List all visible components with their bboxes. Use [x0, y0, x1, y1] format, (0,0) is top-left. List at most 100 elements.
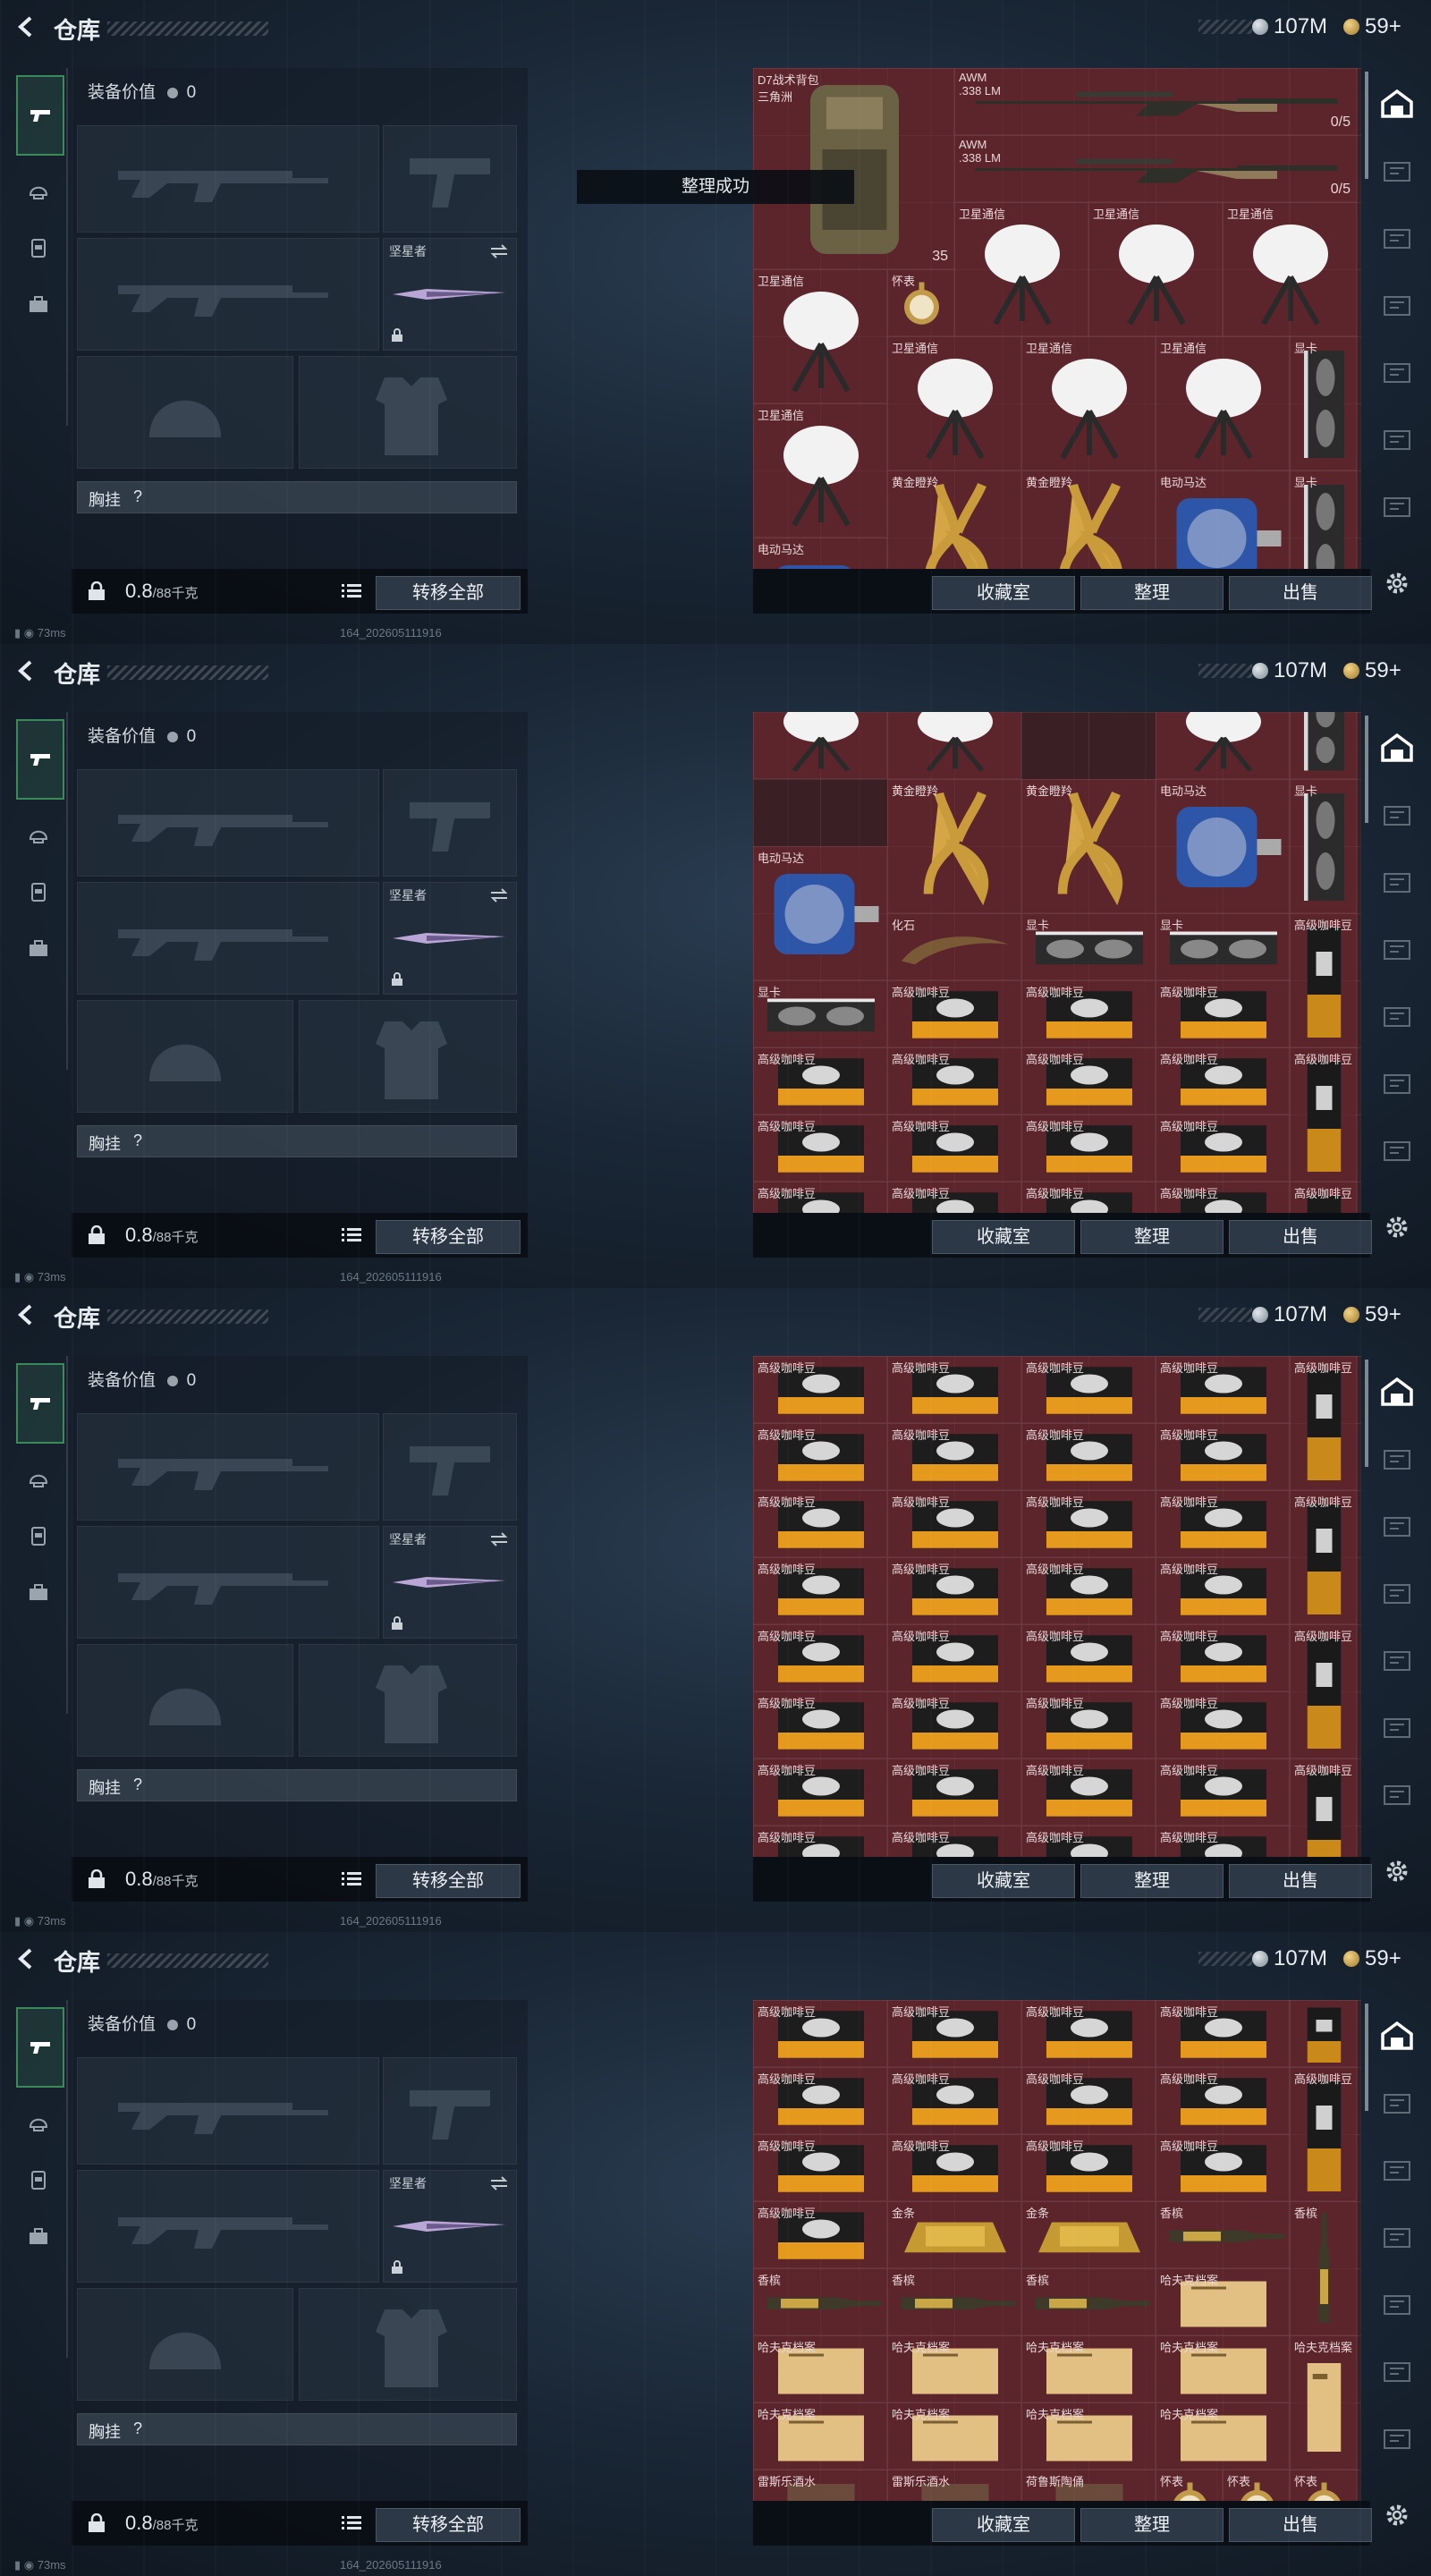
storage-box-icon[interactable] [1381, 292, 1413, 318]
stash-item[interactable]: 高级咖啡豆 [1021, 1356, 1156, 1423]
stash-item[interactable]: 高级咖啡豆 [887, 2000, 1021, 2067]
storage-box-icon[interactable] [1381, 2089, 1413, 2116]
pistol-slot[interactable] [383, 2057, 517, 2165]
storage-box-icon[interactable] [1381, 2425, 1413, 2452]
stash-item[interactable]: 高级咖啡豆 [1156, 1691, 1290, 1758]
primary-weapon-slot[interactable] [77, 1413, 379, 1521]
stash-item[interactable]: 高级咖啡豆 [753, 2000, 887, 2067]
stash-item[interactable]: 高级咖啡豆 [1021, 980, 1156, 1047]
stash-item[interactable]: 高级咖啡豆 [887, 1758, 1021, 1826]
stash-item[interactable]: 高级咖啡豆 [753, 1490, 887, 1557]
sell-button[interactable]: 出售 [1229, 1220, 1372, 1254]
stash-item[interactable]: 高级咖啡豆 [753, 1047, 887, 1114]
chest-rig-help-icon[interactable]: ? [133, 487, 142, 506]
stash-item[interactable]: 高级咖啡豆 [1156, 1114, 1290, 1182]
stash-item[interactable]: 卫星通信 [1223, 202, 1357, 336]
sell-button[interactable]: 出售 [1229, 576, 1372, 610]
list-icon[interactable] [342, 1227, 361, 1243]
list-icon[interactable] [342, 1871, 361, 1887]
stash-item[interactable]: 香槟 [753, 2268, 887, 2335]
stash-item[interactable]: 黄金瞪羚 [1021, 470, 1156, 569]
storage-box-icon[interactable] [1381, 1445, 1413, 1472]
storage-box-icon[interactable] [1381, 157, 1413, 184]
swap-icon[interactable] [489, 888, 509, 902]
armor-slot[interactable] [299, 1644, 517, 1757]
stash-item[interactable]: 怀表 [1290, 2470, 1357, 2501]
secondary-weapon-slot[interactable] [77, 238, 379, 351]
chest-rig-help-icon[interactable]: ? [133, 1775, 142, 1794]
tab-helmet[interactable] [16, 2100, 61, 2145]
stash-item[interactable]: 高级咖啡豆 [1021, 2067, 1156, 2134]
stash-item[interactable]: 怀表 [1156, 2470, 1223, 2501]
tab-armor[interactable] [16, 2157, 61, 2202]
stash-item[interactable]: 卫星通信 [954, 202, 1088, 336]
stash-item[interactable]: 高级咖啡豆 [1156, 1356, 1290, 1423]
stash-item[interactable]: 高级咖啡豆 [1290, 1758, 1357, 1857]
stash-item[interactable]: 高级咖啡豆 [887, 2134, 1021, 2201]
stash-item[interactable] [1290, 2000, 1357, 2067]
storage-box-icon[interactable] [1381, 2224, 1413, 2250]
chest-rig-help-icon[interactable]: ? [133, 2419, 142, 2438]
stash-item[interactable]: 电动马达 [753, 846, 887, 980]
stash-item[interactable]: 高级咖啡豆 [887, 1423, 1021, 1490]
swap-icon[interactable] [489, 2176, 509, 2190]
stash-item[interactable]: 高级咖啡豆 [1156, 1423, 1290, 1490]
back-arrow-icon[interactable] [14, 1946, 39, 1971]
stash-item[interactable]: 高级咖啡豆 [1021, 1557, 1156, 1624]
stash-item[interactable]: 高级咖啡豆 [1290, 1490, 1357, 1624]
storage-box-icon[interactable] [1381, 936, 1413, 962]
stash-item[interactable]: 高级咖啡豆 [1290, 1356, 1357, 1490]
stash-item[interactable]: AWM .338 LM 0/5 [954, 68, 1357, 135]
stash-item[interactable]: 高级咖啡豆 [1021, 1624, 1156, 1691]
stash-item[interactable]: 黄金瞪羚 [887, 470, 1021, 569]
stash-item[interactable]: 高级咖啡豆 [1021, 1423, 1156, 1490]
stash-item[interactable]: 高级咖啡豆 [887, 2067, 1021, 2134]
stash-scrollbar[interactable] [1365, 72, 1368, 179]
stash-item[interactable]: 电动马达 [1156, 470, 1290, 569]
stash-item[interactable]: 高级咖啡豆 [753, 2134, 887, 2201]
warehouse-icon[interactable] [1379, 2018, 1415, 2054]
transfer-all-button[interactable]: 转移全部 [376, 2508, 521, 2542]
stash-item[interactable]: 高级咖啡豆 [1021, 1826, 1156, 1857]
money-display[interactable]: 107M [1252, 658, 1327, 683]
tab-armor[interactable] [16, 225, 61, 270]
chest-rig-slot[interactable]: 胸挂 ? [77, 1125, 517, 1157]
stash-item[interactable]: 显卡 [1290, 779, 1357, 913]
stash-item[interactable]: 高级咖啡豆 [753, 1691, 887, 1758]
storage-box-icon[interactable] [1381, 1714, 1413, 1741]
collection-room-button[interactable]: 收藏室 [932, 576, 1075, 610]
stash-item[interactable]: 高级咖啡豆 [1290, 2067, 1357, 2201]
armor-slot[interactable] [299, 1000, 517, 1113]
gear-icon[interactable] [1383, 1213, 1411, 1241]
secondary-weapon-slot[interactable] [77, 1526, 379, 1639]
warehouse-icon[interactable] [1379, 1374, 1415, 1410]
stash-item[interactable]: 卫星通信 [1021, 336, 1156, 470]
melee-slot[interactable]: 坚星者 [383, 2170, 517, 2283]
pistol-slot[interactable] [383, 125, 517, 233]
stash-item[interactable]: 高级咖啡豆 [1156, 1758, 1290, 1826]
gear-icon[interactable] [1383, 2501, 1411, 2529]
tab-helmet[interactable] [16, 1456, 61, 1501]
stash-item[interactable]: 高级咖啡豆 [1021, 1490, 1156, 1557]
helmet-slot[interactable] [77, 2288, 293, 2401]
stash-item[interactable]: 高级咖啡豆 [753, 1356, 887, 1423]
sort-button[interactable]: 整理 [1080, 1220, 1224, 1254]
chest-rig-help-icon[interactable]: ? [133, 1131, 142, 1150]
stash-item[interactable]: 金条 [1021, 2201, 1156, 2268]
token-display[interactable]: 59+ [1343, 1302, 1401, 1327]
stash-scrollbar[interactable] [1365, 1360, 1368, 1467]
stash-item[interactable]: 高级咖啡豆 [1021, 2000, 1156, 2067]
melee-slot[interactable]: 坚星者 [383, 238, 517, 351]
transfer-all-button[interactable]: 转移全部 [376, 1864, 521, 1898]
storage-box-icon[interactable] [1381, 1513, 1413, 1539]
stash-item[interactable]: 哈夫克档案 [1021, 2402, 1156, 2470]
back-arrow-icon[interactable] [14, 658, 39, 683]
stash-item[interactable]: 显卡 [753, 980, 887, 1047]
storage-box-icon[interactable] [1381, 1781, 1413, 1808]
stash-item[interactable]: 高级咖啡豆 [753, 1557, 887, 1624]
stash-item[interactable]: 高级咖啡豆 [1290, 913, 1357, 1047]
storage-box-icon[interactable] [1381, 2157, 1413, 2183]
collection-room-button[interactable]: 收藏室 [932, 2508, 1075, 2542]
stash-item[interactable]: 香槟 [1290, 2201, 1357, 2335]
melee-slot[interactable]: 坚星者 [383, 1526, 517, 1639]
